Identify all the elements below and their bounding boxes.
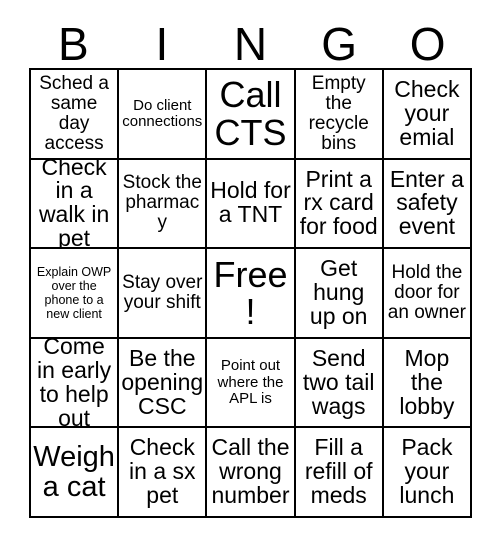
bingo-cell-label: Mop the lobby — [399, 344, 455, 419]
bingo-grid: Sched a same day access Do client connect… — [29, 68, 472, 518]
bingo-header-row: B I N G O — [29, 14, 472, 68]
bingo-card: B I N G O Sched a same day access Do clie… — [0, 0, 500, 544]
bingo-cell[interactable]: Print a rx card for food — [295, 159, 384, 250]
bingo-header-letter-o: O — [409, 18, 446, 70]
bingo-cell-label: Explain OWP over the phone to a new clie… — [36, 264, 112, 321]
bingo-cell[interactable]: Hold for a TNT — [207, 159, 296, 250]
bingo-cell-free-space[interactable]: Free! — [207, 249, 296, 339]
bingo-cell-label: Get hung up on — [309, 255, 368, 329]
bingo-cell[interactable]: Point out where the APL is — [207, 338, 296, 429]
bingo-header-letter-i: I — [155, 18, 169, 70]
bingo-cell[interactable]: Sched a same day access — [31, 70, 120, 160]
bingo-header-letter-g: G — [321, 18, 357, 70]
bingo-cell[interactable]: Weigh a cat — [31, 428, 120, 518]
bingo-cell-label: Fill a refill of meds — [304, 434, 373, 509]
bingo-header-letter-n: N — [233, 18, 268, 70]
bingo-cell[interactable]: Come in early to help out — [31, 338, 120, 429]
bingo-cell-label: Point out where the APL is — [217, 357, 284, 407]
bingo-cell-label: Send two tail wags — [302, 344, 375, 419]
bingo-cell[interactable]: Stock the pharmacy — [119, 159, 208, 250]
bingo-cell[interactable]: Check your emial — [383, 70, 472, 160]
bingo-cell-label: Be the opening CSC — [121, 344, 204, 419]
bingo-header-letter-b: B — [57, 18, 89, 70]
bingo-cell[interactable]: Call CTS — [207, 70, 296, 160]
bingo-cell-label: Come in early to help out — [37, 338, 112, 429]
bingo-cell-label: Check in a walk in pet — [38, 159, 110, 250]
bingo-cell-label: Stay over your shift — [122, 271, 203, 313]
bingo-cell[interactable]: Check in a sx pet — [119, 428, 208, 518]
bingo-cell[interactable]: Be the opening CSC — [119, 338, 208, 429]
bingo-cell[interactable]: Hold the door for an owner — [383, 249, 472, 339]
bingo-cell[interactable]: Do client connections — [119, 70, 208, 160]
bingo-cell[interactable]: Get hung up on — [295, 249, 384, 339]
bingo-cell-label: Pack your lunch — [399, 434, 455, 509]
bingo-cell[interactable]: Empty the recycle bins — [295, 70, 384, 160]
bingo-cell-label: Sched a same day access — [39, 72, 109, 154]
bingo-cell-label: Check in a sx pet — [129, 434, 196, 509]
bingo-cell[interactable]: Mop the lobby — [383, 338, 472, 429]
bingo-cell[interactable]: Explain OWP over the phone to a new clie… — [31, 249, 120, 339]
bingo-cell-label: Do client connections — [122, 96, 203, 130]
bingo-cell-label: Weigh a cat — [33, 441, 115, 504]
bingo-cell[interactable]: Pack your lunch — [383, 428, 472, 518]
bingo-cell[interactable]: Fill a refill of meds — [295, 428, 384, 518]
bingo-cell[interactable]: Call the wrong number — [207, 428, 296, 518]
bingo-cell-label: Call CTS — [214, 74, 287, 153]
bingo-cell-label: Free! — [213, 253, 288, 332]
bingo-cell-label: Check your emial — [394, 75, 460, 150]
bingo-cell-label: Print a rx card for food — [299, 165, 378, 240]
bingo-cell-label: Hold the door for an owner — [387, 261, 466, 324]
bingo-cell-label: Enter a safety event — [389, 165, 464, 240]
bingo-cell-label: Hold for a TNT — [210, 177, 291, 228]
bingo-cell[interactable]: Stay over your shift — [119, 249, 208, 339]
bingo-cell-label: Stock the pharmacy — [122, 172, 202, 234]
bingo-cell[interactable]: Check in a walk in pet — [31, 159, 120, 250]
bingo-cell-label: Empty the recycle bins — [308, 72, 369, 154]
bingo-cell[interactable]: Send two tail wags — [295, 338, 384, 429]
bingo-cell[interactable]: Enter a safety event — [383, 159, 472, 250]
bingo-cell-label: Call the wrong number — [211, 434, 290, 509]
